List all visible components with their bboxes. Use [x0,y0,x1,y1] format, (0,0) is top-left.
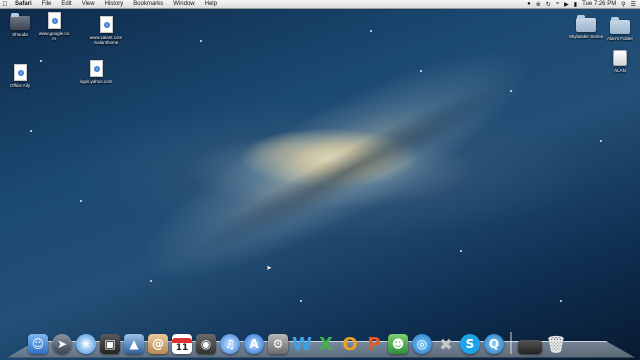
star [560,300,562,302]
quicktime-icon[interactable]: Q [484,334,504,354]
safari-icon[interactable]: ✳ [76,334,96,354]
webloc-file-icon [47,12,61,29]
desktop-icon-label: ALAN [614,68,626,73]
star [150,280,152,282]
menu-view[interactable]: View [77,1,100,7]
excel-icon[interactable]: X [316,334,336,355]
webloc-file-icon [89,60,103,77]
external-drive-icon [613,50,627,66]
powerpoint-icon[interactable]: P [364,334,384,355]
utilities-icon[interactable]: ✖ [436,334,456,354]
webloc-file-icon [99,16,113,33]
star [200,40,202,42]
folder-icon [610,17,630,34]
star [460,250,462,252]
dock: ☺ ➤ ✳ ▣ ▲ @ 11 ◉ ♫ A ⚙ W X O P ☻ ◎ ✖ S Q… [28,328,618,355]
desktop-icon-label: www.google.co m [38,31,70,41]
system-preferences-icon[interactable]: ⚙ [268,334,288,354]
app-store-icon[interactable]: A [244,334,264,354]
timemachine-icon[interactable]: ↻ [546,1,551,8]
menu-window[interactable]: Window [168,1,199,7]
facetime-icon[interactable]: ◉ [196,334,216,354]
contacts-icon[interactable]: @ [148,334,168,354]
status-indicator-icon[interactable]: ● [527,1,531,7]
calendar-day: 11 [175,342,189,353]
menu-bar:  Safari File Edit View History Bookmark… [0,0,640,9]
stack-folder-icon[interactable] [518,340,542,354]
desktop-icon-alan-drive[interactable]: ALAN [592,50,640,73]
menu-history[interactable]: History [100,1,129,7]
desktop-icon-yahoo[interactable]: login.yahoo.com [68,60,124,84]
messenger-icon[interactable]: ☻ [388,334,408,354]
globe-app-icon[interactable]: ◎ [412,334,432,354]
star [80,200,82,202]
star [370,30,372,32]
star [510,90,512,92]
photo-booth-icon[interactable]: ▣ [100,334,120,354]
battery-icon[interactable]: ▮ [574,1,577,8]
desktop-icon-google[interactable]: www.google.co m [26,12,82,41]
volume-icon[interactable]: ▶ [564,1,569,8]
webloc-file-icon [13,64,27,81]
finder-icon[interactable]: ☺ [28,334,48,354]
star [420,70,422,72]
skype-icon[interactable]: S [460,334,480,354]
outlook-icon[interactable]: O [340,334,360,355]
menu-bookmarks[interactable]: Bookmarks [128,1,168,7]
desktop-icon-label: Alan's Folder [606,36,634,41]
desktop-icon-label: Office Ally [10,83,30,88]
star [600,140,602,142]
menu-help[interactable]: Help [200,1,222,7]
wifi-icon[interactable]: ≈ [556,1,559,7]
calendar-icon[interactable]: 11 [172,334,192,354]
word-icon[interactable]: W [292,334,312,355]
apple-icon[interactable]:  [0,1,10,8]
spotlight-icon[interactable]: ⚲ [621,1,625,8]
dock-separator [510,332,512,354]
desktop-icon-office-ally[interactable]: Office Ally [0,64,48,88]
notification-center-icon[interactable]: ☰ [631,1,636,8]
itunes-icon[interactable]: ♫ [220,334,240,354]
star [300,300,302,302]
desktop-icon-label: www.valant.com /valanthome [89,35,123,45]
bluetooth-icon[interactable]: ※ [536,1,541,8]
mouse-pointer-icon: ➤ [266,265,272,272]
launchpad-icon[interactable]: ➤ [52,334,72,354]
menu-edit[interactable]: Edit [56,1,76,7]
star [40,60,42,62]
desktop-icon-label: login.yahoo.com [79,79,113,84]
menu-file[interactable]: File [37,1,57,7]
desktop-icon-valant[interactable]: www.valant.com /valanthome [78,16,134,45]
star [30,130,32,132]
iphoto-icon[interactable]: ▲ [124,334,144,354]
trash-icon[interactable]: 🗑 [546,334,566,354]
desktop-icon-alans-folder[interactable]: Alan's Folder [592,17,640,41]
menu-app-name[interactable]: Safari [10,1,37,7]
menu-clock[interactable]: Tue 7:26 PM [582,1,616,7]
